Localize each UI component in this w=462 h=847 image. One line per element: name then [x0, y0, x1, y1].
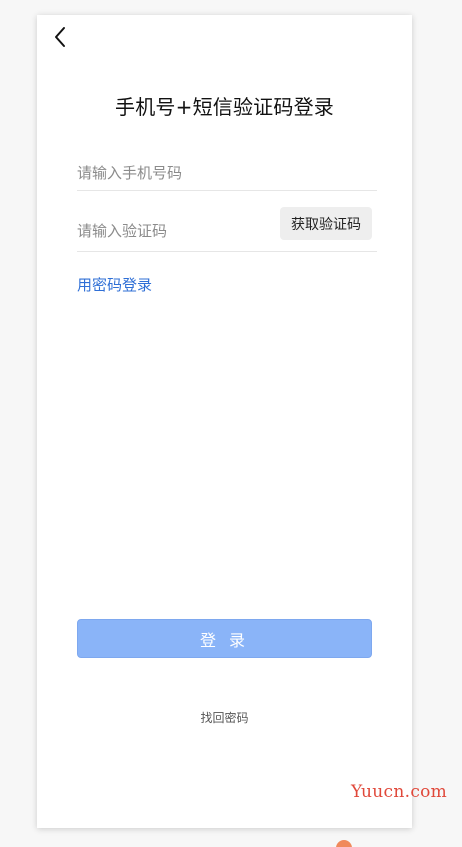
login-button[interactable]: 登 录 [77, 619, 372, 658]
password-login-link[interactable]: 用密码登录 [77, 274, 152, 295]
watermark-text: Yuucn.com [351, 782, 448, 802]
code-field: 获取验证码 [77, 207, 377, 252]
phone-input[interactable] [77, 158, 367, 188]
decorative-shape [336, 840, 352, 847]
sms-code-input[interactable] [77, 216, 267, 246]
find-password-link[interactable]: 找回密码 [37, 709, 412, 726]
screen-background: 手机号+短信验证码登录 获取验证码 用密码登录 登 录 找回密码 Yuucn.c… [0, 0, 462, 847]
login-page: 手机号+短信验证码登录 获取验证码 用密码登录 登 录 找回密码 [37, 15, 412, 828]
page-title: 手机号+短信验证码登录 [115, 95, 334, 119]
back-button[interactable] [47, 23, 75, 51]
phone-field [77, 155, 377, 191]
get-code-button[interactable]: 获取验证码 [280, 207, 372, 240]
chevron-left-icon [55, 27, 65, 47]
